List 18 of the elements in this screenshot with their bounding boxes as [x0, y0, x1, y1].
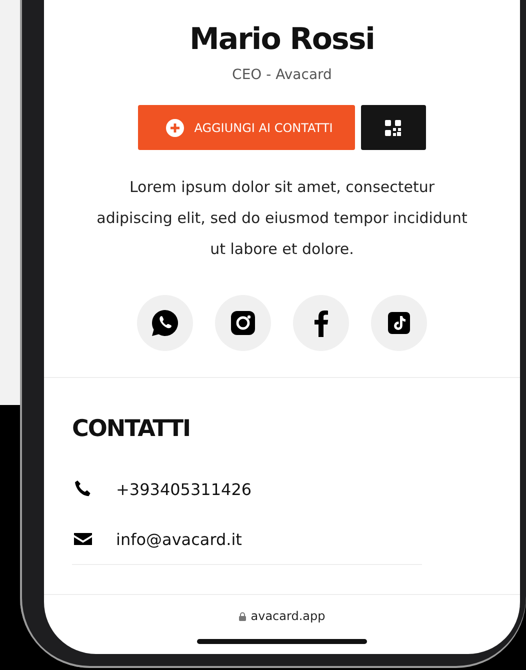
qr-code-button[interactable]	[360, 105, 426, 150]
mail-icon	[73, 531, 93, 547]
facebook-icon	[313, 309, 329, 337]
whatsapp-icon	[150, 308, 180, 338]
person-name: Mario Rossi	[190, 22, 374, 57]
instagram-icon	[230, 310, 256, 336]
bio-text: Lorem ipsum dolor sit amet, consectetur adipiscing elit, sed do eiusmod tempor incididunt ut labore et dolore.	[96, 177, 468, 260]
phone-link[interactable]: +393405311426	[116, 480, 252, 498]
job-title: CEO - Avacard	[232, 67, 332, 83]
tiktok-icon	[387, 311, 411, 335]
lock-icon	[238, 612, 246, 620]
email-link[interactable]: info@avacard.it	[116, 530, 242, 548]
phone-icon	[73, 479, 93, 499]
url-text: avacard.app	[250, 609, 326, 623]
add-icon	[166, 118, 184, 136]
add-to-contacts-button[interactable]: AGGIUNGI AI CONTATTI	[138, 105, 355, 150]
qr-code-icon	[385, 120, 402, 136]
section-title: CONTATTI	[72, 416, 192, 442]
